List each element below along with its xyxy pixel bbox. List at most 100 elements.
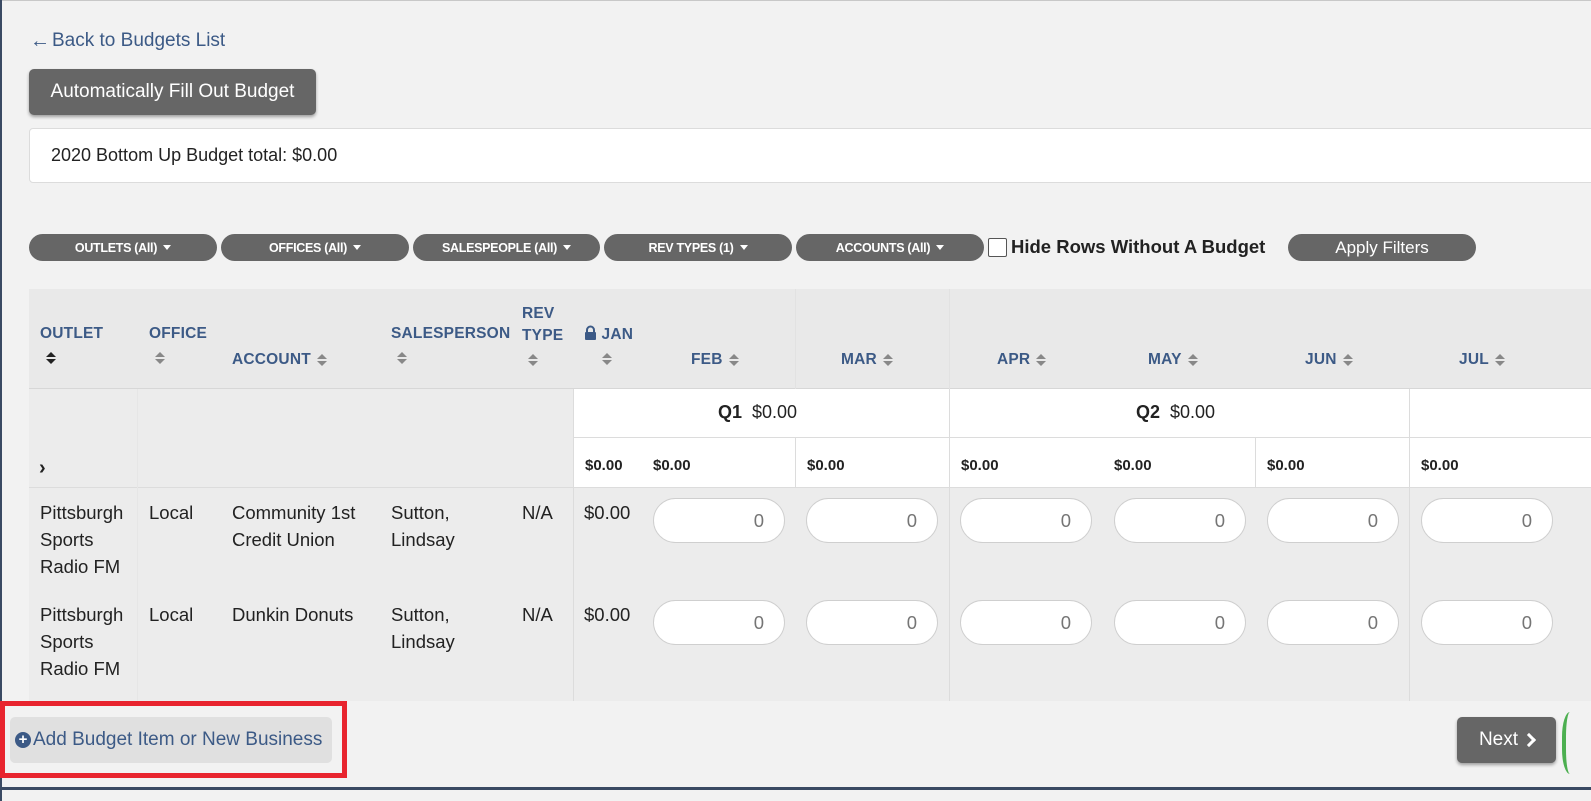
column-outlet-label: OUTLET	[40, 325, 104, 342]
column-jun-label: JUN	[1305, 351, 1337, 368]
column-divider	[795, 289, 796, 389]
q2-value: $0.00	[1170, 402, 1216, 422]
cell-account-line: Credit Union	[232, 529, 335, 550]
hide-rows-checkbox[interactable]	[988, 237, 1007, 257]
cell-outlet: Pittsburgh Sports Radio FM	[40, 499, 123, 580]
column-salesperson[interactable]: SALESPERSON	[391, 325, 510, 367]
jul-budget-input[interactable]	[1421, 498, 1553, 543]
sort-icon	[528, 353, 538, 367]
hide-rows-toggle[interactable]: Hide Rows Without A Budget	[988, 236, 1265, 258]
salespeople-filter-dropdown[interactable]: SALESPEOPLE (All)	[413, 234, 600, 261]
rev-types-filter-dropdown[interactable]: REV TYPES (1)	[604, 234, 792, 261]
cell-salesperson: Sutton, Lindsay	[391, 499, 455, 553]
column-jul-label: JUL	[1459, 351, 1489, 368]
highlight-annotation	[0, 701, 347, 778]
jun-budget-input[interactable]	[1267, 498, 1399, 543]
column-salesperson-label: SALESPERSON	[391, 325, 511, 342]
mar-budget-input[interactable]	[806, 600, 938, 645]
feb-budget-input[interactable]	[653, 600, 785, 645]
column-divider	[1255, 437, 1256, 487]
cell-salesperson: Sutton, Lindsay	[391, 601, 455, 655]
sort-icon	[728, 353, 739, 367]
column-outlet[interactable]: OUTLET	[40, 325, 103, 367]
outlets-filter-dropdown[interactable]: OUTLETS (All)	[29, 234, 217, 261]
feb-budget-input[interactable]	[653, 498, 785, 543]
hide-rows-label: Hide Rows Without A Budget	[1011, 236, 1266, 257]
budget-total-panel: 2020 Bottom Up Budget total: $0.00	[29, 128, 1591, 183]
column-divider	[573, 389, 574, 701]
cell-salesperson-line: Sutton,	[391, 604, 450, 625]
column-rev-type-label-1: REV	[522, 305, 555, 322]
column-jun[interactable]: JUN	[1305, 351, 1353, 369]
top-border	[0, 0, 1591, 1]
column-feb[interactable]: FEB	[691, 351, 739, 369]
cell-account: Community 1st Credit Union	[232, 499, 355, 553]
column-apr-label: APR	[997, 351, 1031, 368]
cell-outlet: Pittsburgh Sports Radio FM	[40, 601, 123, 682]
column-divider	[949, 389, 950, 701]
filter-label: OUTLETS (All)	[74, 240, 158, 255]
q2-summary: Q2 $0.00	[1136, 402, 1215, 423]
column-jan[interactable]: JAN	[584, 325, 633, 368]
cell-salesperson-line: Lindsay	[391, 631, 455, 652]
cell-rev-type: N/A	[522, 604, 553, 625]
cell-outlet-line: Radio FM	[40, 556, 121, 577]
caret-down-icon	[563, 245, 572, 250]
cell-salesperson-line: Lindsay	[391, 529, 455, 550]
caret-down-icon	[353, 245, 362, 250]
jun-budget-input[interactable]	[1267, 600, 1399, 645]
cell-account-line: Community 1st	[232, 502, 356, 523]
column-office[interactable]: OFFICE	[149, 325, 207, 367]
column-account-label: ACCOUNT	[232, 351, 311, 368]
q1-value: $0.00	[752, 402, 798, 422]
filter-label: ACCOUNTS (All)	[835, 240, 931, 255]
sort-icon	[1342, 353, 1353, 367]
filter-label: SALESPEOPLE (All)	[441, 240, 558, 255]
column-rev-type[interactable]: REV TYPE	[522, 303, 563, 371]
caret-down-icon	[163, 245, 172, 250]
sort-icon	[1494, 353, 1505, 367]
jul-budget-input[interactable]	[1421, 600, 1553, 645]
autofill-budget-button[interactable]: Automatically Fill Out Budget	[29, 69, 316, 115]
next-button-label: Next	[1478, 729, 1519, 750]
table-header: OUTLET OFFICE ACCOUNT SALESPERSON REV TY…	[29, 289, 1591, 389]
back-to-budgets-link[interactable]: ← Back to Budgets List	[30, 30, 225, 52]
sort-icon	[46, 351, 56, 365]
cell-account: Dunkin Donuts	[232, 601, 353, 628]
cell-office: Local	[149, 502, 194, 523]
accounts-filter-dropdown[interactable]: ACCOUNTS (All)	[796, 234, 984, 261]
apr-budget-input[interactable]	[960, 600, 1092, 645]
mar-budget-input[interactable]	[806, 498, 938, 543]
q2-label: Q2	[1136, 402, 1161, 422]
cell-rev-type: N/A	[522, 502, 553, 523]
jun-total: $0.00	[1267, 457, 1305, 474]
apr-budget-input[interactable]	[960, 498, 1092, 543]
summary-bottom-line	[29, 487, 1591, 488]
offices-filter-dropdown[interactable]: OFFICES (All)	[221, 234, 409, 261]
column-apr[interactable]: APR	[997, 351, 1047, 369]
column-account[interactable]: ACCOUNT	[232, 351, 327, 369]
apr-total: $0.00	[961, 457, 999, 474]
spinner-icon	[1562, 712, 1582, 774]
next-button[interactable]: Next	[1457, 717, 1556, 763]
sort-icon	[1187, 353, 1198, 367]
column-jul[interactable]: JUL	[1459, 351, 1505, 369]
sort-icon	[1036, 353, 1047, 367]
caret-down-icon	[936, 245, 945, 250]
cell-outlet-line: Sports	[40, 529, 94, 550]
expand-chevron-icon[interactable]: ›	[39, 457, 46, 480]
apply-filters-button[interactable]: Apply Filters	[1288, 234, 1476, 261]
column-feb-label: FEB	[691, 351, 723, 368]
cell-jan: $0.00	[584, 604, 631, 625]
may-budget-input[interactable]	[1114, 600, 1246, 645]
column-divider	[1409, 389, 1410, 701]
may-budget-input[interactable]	[1114, 498, 1246, 543]
column-may[interactable]: MAY	[1148, 351, 1198, 369]
cell-outlet-line: Pittsburgh	[40, 502, 124, 523]
sort-icon	[316, 353, 327, 367]
column-divider	[795, 437, 796, 487]
sort-icon	[602, 352, 612, 366]
sort-icon	[397, 351, 407, 365]
budget-total-text: 2020 Bottom Up Budget total: $0.00	[51, 145, 338, 165]
column-mar[interactable]: MAR	[841, 351, 893, 369]
